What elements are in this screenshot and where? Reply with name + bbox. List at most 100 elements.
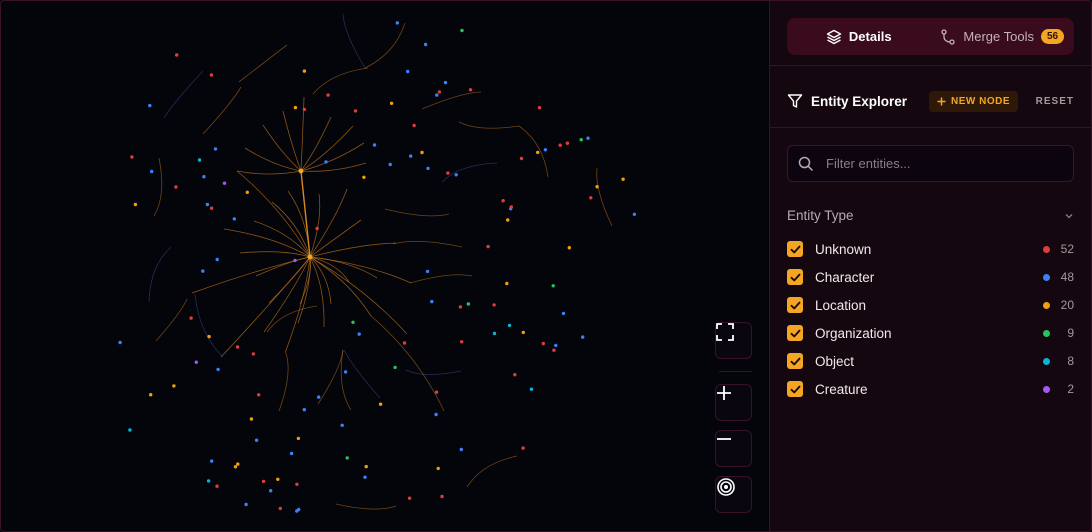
new-node-button[interactable]: NEW NODE xyxy=(929,90,1019,112)
check-icon xyxy=(790,385,800,393)
graph-node xyxy=(521,446,525,450)
zoom-in-button[interactable] xyxy=(715,384,752,421)
git-merge-icon xyxy=(941,28,956,45)
entity-type-row[interactable]: Character 48 xyxy=(787,267,1074,287)
center-view-button[interactable] xyxy=(715,476,752,513)
graph-edge xyxy=(596,167,613,227)
graph-edge xyxy=(312,67,369,95)
graph-node xyxy=(232,217,236,221)
entity-type-color-dot xyxy=(1043,385,1050,393)
graph-node xyxy=(519,156,524,161)
checkbox[interactable] xyxy=(787,297,803,313)
graph-node xyxy=(561,311,566,316)
graph-edge xyxy=(466,455,518,488)
entity-type-row[interactable]: Object 8 xyxy=(787,351,1074,371)
graph-node xyxy=(150,169,154,174)
graph-node xyxy=(543,148,548,152)
graph-node xyxy=(293,105,298,110)
entity-type-color-dot xyxy=(1043,301,1050,309)
graph-node xyxy=(492,331,497,336)
graph-node xyxy=(621,177,625,181)
check-icon xyxy=(790,273,800,281)
entity-type-row[interactable]: Location 20 xyxy=(787,295,1074,315)
checkbox[interactable] xyxy=(787,269,803,285)
search-icon xyxy=(798,156,814,171)
graph-node xyxy=(501,199,505,203)
graph-node xyxy=(118,340,122,345)
graph-edge xyxy=(262,124,302,172)
checkbox[interactable] xyxy=(787,241,803,257)
tab-merge-tools-label: Merge Tools xyxy=(963,29,1034,44)
graph-node xyxy=(326,93,330,97)
graph-node xyxy=(393,365,397,370)
graph-node xyxy=(317,395,321,399)
graph-node xyxy=(296,436,301,441)
graph-edge xyxy=(300,125,354,172)
graph-node xyxy=(579,138,583,142)
tab-details[interactable]: Details xyxy=(787,18,931,55)
zoom-in-icon xyxy=(717,386,731,400)
checkbox[interactable] xyxy=(787,353,803,369)
graph-hub-node xyxy=(307,254,313,260)
graph-node xyxy=(554,343,558,348)
graph-edge xyxy=(236,170,311,258)
graph-svg[interactable] xyxy=(1,1,769,531)
graph-edge xyxy=(458,121,520,129)
zoom-out-button[interactable] xyxy=(715,430,752,467)
entity-type-row[interactable]: Creature 2 xyxy=(787,379,1074,399)
checkbox[interactable] xyxy=(787,381,803,397)
graph-node xyxy=(443,80,448,85)
explorer-title: Entity Explorer xyxy=(811,93,908,109)
graph-node xyxy=(302,107,307,112)
entity-type-row[interactable]: Unknown 52 xyxy=(787,239,1074,259)
entity-type-label: Location xyxy=(815,297,867,313)
layers-icon xyxy=(826,29,842,44)
fullscreen-button[interactable] xyxy=(715,322,752,359)
graph-node xyxy=(409,154,413,158)
graph-node xyxy=(541,341,545,346)
graph-node xyxy=(389,101,394,106)
graph-node xyxy=(293,258,297,263)
graph-edge xyxy=(409,274,473,284)
graph-node xyxy=(426,166,430,171)
graph-node xyxy=(257,393,261,397)
graph-edge xyxy=(309,256,325,328)
graph-node xyxy=(209,206,214,210)
graph-node xyxy=(595,185,599,189)
graph-node xyxy=(536,150,540,155)
tab-merge-tools[interactable]: Merge Tools 56 xyxy=(931,18,1075,55)
graph-edge xyxy=(278,352,289,412)
graph-node xyxy=(206,479,211,483)
graph-node xyxy=(209,73,214,77)
graph-node xyxy=(343,370,348,374)
graph-node xyxy=(412,123,416,128)
graph-node xyxy=(172,384,176,388)
graph-node xyxy=(235,345,240,349)
entity-type-header[interactable]: Entity Type xyxy=(787,208,1074,223)
reset-button[interactable]: RESET xyxy=(1036,96,1074,107)
checkbox[interactable] xyxy=(787,325,803,341)
graph-node xyxy=(551,284,555,288)
entity-type-row[interactable]: Organization 9 xyxy=(787,323,1074,343)
graph-node xyxy=(407,496,412,500)
graph-node xyxy=(581,335,585,339)
filter-input[interactable] xyxy=(824,155,1058,172)
check-icon xyxy=(790,357,800,365)
graph-canvas[interactable] xyxy=(1,1,769,531)
graph-edge xyxy=(309,193,321,258)
app-window: Details Merge Tools 56 Entity Explorer N… xyxy=(0,0,1092,532)
graph-node xyxy=(552,348,556,352)
fullscreen-icon xyxy=(716,323,734,341)
graph-edge xyxy=(239,251,311,258)
graph-node xyxy=(378,402,383,406)
graph-node xyxy=(420,150,424,155)
panel-divider xyxy=(770,127,1091,128)
merge-count-badge: 56 xyxy=(1040,29,1065,44)
graph-node xyxy=(149,393,153,397)
graph-node xyxy=(460,340,464,344)
graph-edge xyxy=(309,256,372,317)
check-icon xyxy=(790,301,800,309)
graph-edge xyxy=(384,208,450,217)
graph-node xyxy=(434,412,438,417)
graph-node xyxy=(251,352,256,356)
